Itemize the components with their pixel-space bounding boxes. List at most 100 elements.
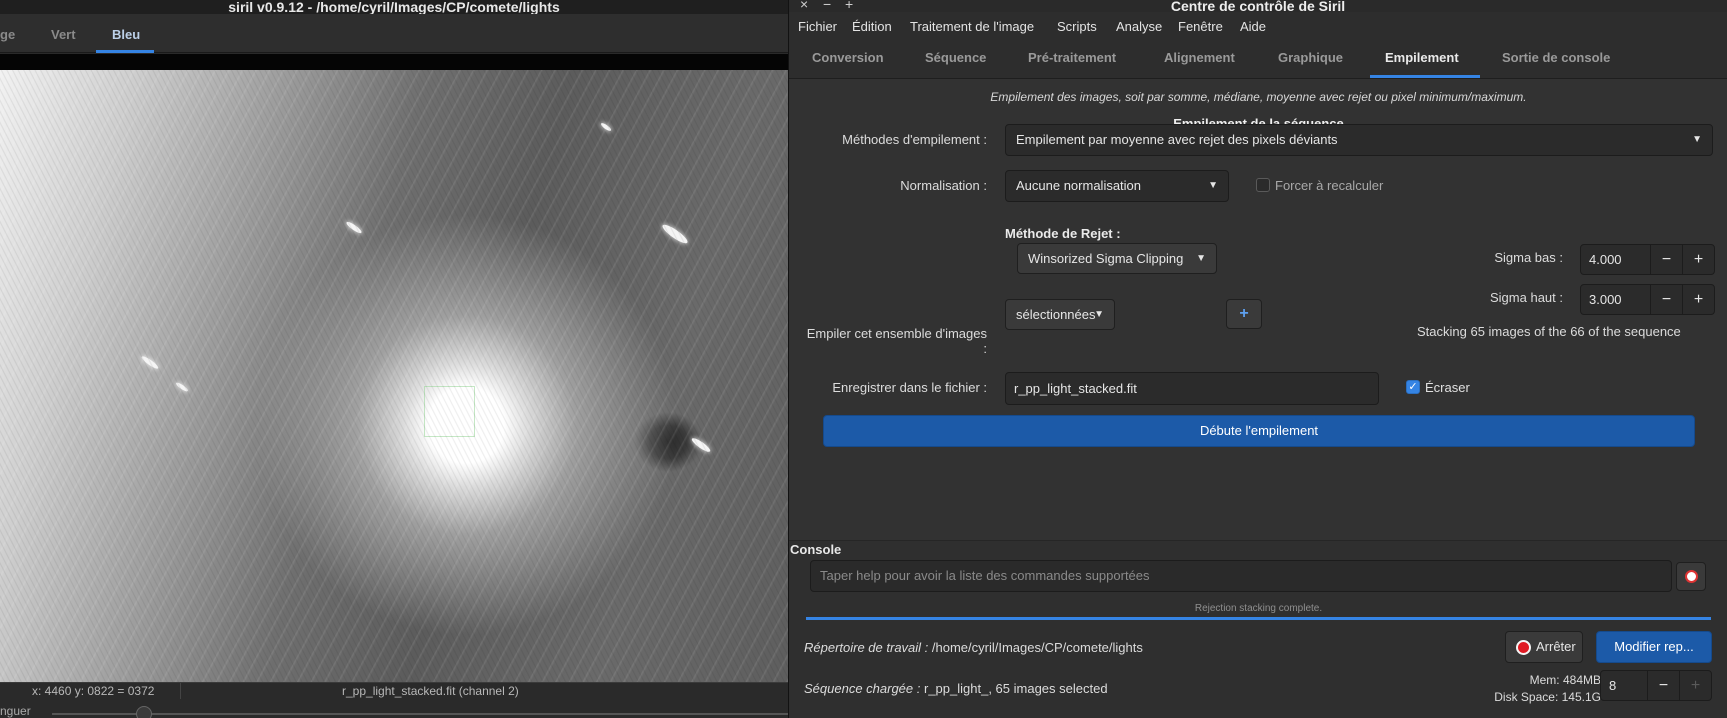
- menu-edit[interactable]: Édition: [852, 19, 892, 34]
- sigma-low-decrement[interactable]: −: [1650, 245, 1682, 274]
- slider-label: nguer: [0, 704, 31, 718]
- channel-tabs: ge Vert Bleu: [0, 14, 788, 53]
- tab-green[interactable]: Vert: [51, 27, 76, 42]
- stacking-count-info: Stacking 65 images of the 66 of the sequ…: [1417, 324, 1681, 339]
- tab-console-output[interactable]: Sortie de console: [1502, 50, 1610, 65]
- normalization-select[interactable]: Aucune normalisation ▼: [1005, 170, 1229, 202]
- console-title: Console: [790, 542, 842, 557]
- viewer-bottom-bar: nguer: [0, 700, 788, 718]
- loaded-sequence-value: r_pp_light_, 65 images selected: [924, 681, 1108, 696]
- stop-button-label: Arrêter: [1536, 639, 1576, 654]
- sigma-low-spinner[interactable]: 4.000 − +: [1580, 244, 1715, 275]
- threads-decrement[interactable]: −: [1647, 671, 1679, 700]
- tab-stacking[interactable]: Empilement: [1385, 50, 1459, 65]
- output-file-input[interactable]: r_pp_light_stacked.fit: [1005, 372, 1379, 405]
- tab-sequence[interactable]: Séquence: [925, 50, 986, 65]
- sigma-high-spinner[interactable]: 3.000 − +: [1580, 284, 1715, 315]
- control-titlebar: × − + Centre de contrôle de Siril: [789, 0, 1727, 13]
- tab-preprocessing[interactable]: Pré-traitement: [1028, 50, 1116, 65]
- sigma-high-increment[interactable]: +: [1682, 285, 1714, 314]
- threads-increment[interactable]: +: [1679, 671, 1711, 700]
- star-streak: [175, 381, 189, 393]
- overwrite-label: Écraser: [1425, 380, 1470, 395]
- start-stacking-button[interactable]: Débute l'empilement: [823, 415, 1695, 447]
- command-input[interactable]: Taper help pour avoir la liste des comma…: [810, 560, 1672, 592]
- sigma-low-value[interactable]: 4.000: [1589, 252, 1622, 267]
- selection-rectangle[interactable]: [424, 386, 475, 437]
- tab-registration[interactable]: Alignement: [1164, 50, 1235, 65]
- tab-rgb[interactable]: ge: [0, 27, 15, 42]
- rejection-method-select[interactable]: Winsorized Sigma Clipping ▼: [1017, 243, 1217, 274]
- force-recompute-checkbox[interactable]: [1256, 178, 1270, 192]
- chevron-down-icon: ▼: [1692, 134, 1702, 145]
- disk-space: Disk Space: 145.1G: [1494, 690, 1601, 704]
- overwrite-checkbox[interactable]: ✓: [1406, 380, 1420, 394]
- image-border: [0, 54, 788, 70]
- active-tab-indicator: [1370, 75, 1480, 78]
- output-file-label: Enregistrer dans le fichier :: [832, 380, 987, 395]
- progress-fill: [806, 617, 1711, 620]
- force-recompute-label: Forcer à recalculer: [1275, 178, 1384, 193]
- sigma-high-value[interactable]: 3.000: [1589, 292, 1622, 307]
- image-set-label: Empiler cet ensemble d'images :: [806, 326, 987, 356]
- control-center-window: × − + Centre de contrôle de Siril Fichie…: [788, 0, 1727, 718]
- filter-add-button[interactable]: +: [1226, 299, 1262, 329]
- tab-blue[interactable]: Bleu: [112, 27, 140, 42]
- star-streak: [140, 354, 160, 371]
- slider-track[interactable]: [52, 713, 788, 715]
- chevron-down-icon: ▼: [1208, 180, 1218, 191]
- menu-file[interactable]: Fichier: [798, 19, 837, 34]
- menu-window[interactable]: Fenêtre: [1178, 19, 1223, 34]
- image-set-select[interactable]: sélectionnées ▼: [1005, 299, 1115, 330]
- menu-scripts[interactable]: Scripts: [1057, 19, 1097, 34]
- loaded-sequence: Séquence chargée : r_pp_light_, 65 image…: [804, 681, 1108, 696]
- chevron-down-icon: ▼: [1196, 253, 1206, 264]
- stacking-description: Empilement des images, soit par somme, m…: [990, 90, 1527, 104]
- slider-handle[interactable]: [136, 706, 152, 718]
- console-panel: Console Taper help pour avoir la liste d…: [789, 540, 1727, 718]
- rejection-heading: Méthode de Rejet :: [1005, 226, 1121, 241]
- change-directory-button[interactable]: Modifier rep...: [1596, 631, 1712, 663]
- progress-bar: [806, 617, 1711, 620]
- tab-plot[interactable]: Graphique: [1278, 50, 1343, 65]
- menu-image-processing[interactable]: Traitement de l'image: [910, 19, 1034, 34]
- star-streak: [345, 220, 363, 235]
- menu-help[interactable]: Aide: [1240, 19, 1266, 34]
- image-set-value: sélectionnées: [1016, 307, 1096, 322]
- working-directory: Répertoire de travail : /home/cyril/Imag…: [804, 640, 1143, 655]
- chevron-down-icon: ▼: [1094, 309, 1104, 320]
- pixel-coordinates: x: 4460 y: 0822 = 0372: [32, 684, 155, 698]
- threads-value[interactable]: 8: [1609, 678, 1616, 693]
- working-directory-label: Répertoire de travail :: [804, 640, 929, 655]
- stop-button[interactable]: Arrêter: [1505, 631, 1583, 663]
- stacking-method-value: Empilement par moyenne avec rejet des pi…: [1016, 132, 1338, 147]
- menu-analysis[interactable]: Analyse: [1116, 19, 1162, 34]
- stacking-panel: Empilement des images, soit par somme, m…: [789, 80, 1727, 540]
- resource-info: Mem: 484MB Disk Space: 145.1G: [1494, 672, 1601, 706]
- help-button[interactable]: [1676, 562, 1706, 591]
- image-viewer-window: siril v0.9.12 - /home/cyril/Images/CP/co…: [0, 0, 788, 718]
- image-channel-info: r_pp_light_stacked.fit (channel 2): [342, 684, 519, 698]
- active-tab-indicator: [96, 50, 154, 53]
- normalization-label: Normalisation :: [900, 178, 987, 193]
- method-label: Méthodes d'empilement :: [842, 132, 987, 147]
- star-streak: [599, 121, 613, 133]
- progress-status: Rejection stacking complete.: [1194, 603, 1323, 614]
- lifebuoy-icon: [1685, 570, 1698, 583]
- menubar: Fichier Édition Traitement de l'image Sc…: [789, 12, 1727, 39]
- normalization-value: Aucune normalisation: [1016, 178, 1142, 193]
- memory-usage: Mem: 484MB: [1529, 673, 1601, 687]
- tab-conversion[interactable]: Conversion: [812, 50, 884, 65]
- viewer-title: siril v0.9.12 - /home/cyril/Images/CP/co…: [0, 0, 788, 14]
- status-divider: [180, 683, 181, 699]
- sigma-high-decrement[interactable]: −: [1650, 285, 1682, 314]
- control-tabs: Conversion Séquence Pré-traitement Align…: [789, 39, 1727, 79]
- stacking-method-select[interactable]: Empilement par moyenne avec rejet des pi…: [1005, 124, 1713, 156]
- comet-image[interactable]: [0, 70, 788, 682]
- star-streak: [660, 222, 690, 246]
- star-streak: [690, 436, 712, 454]
- sigma-low-increment[interactable]: +: [1682, 245, 1714, 274]
- loaded-sequence-label: Séquence chargée :: [804, 681, 921, 696]
- threads-spinner[interactable]: 8 − +: [1600, 670, 1712, 701]
- viewer-statusbar: x: 4460 y: 0822 = 0372 r_pp_light_stacke…: [0, 682, 788, 699]
